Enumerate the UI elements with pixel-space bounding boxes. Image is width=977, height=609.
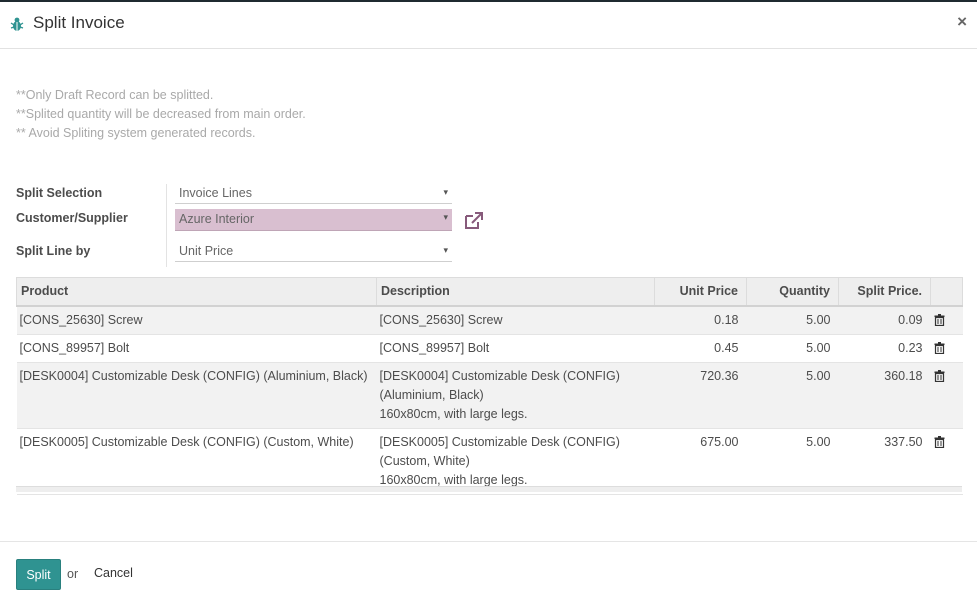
description-line: 160x80cm, with large legs. — [379, 406, 528, 421]
actions-cell — [930, 428, 963, 495]
table-row[interactable]: [DESK0004] Customizable Desk (CONFIG) (A… — [16, 362, 963, 429]
chevron-down-icon: ▾ — [443, 212, 448, 222]
note-text: ** Avoid Spliting system generated recor… — [16, 126, 256, 140]
column-header-unit-price[interactable]: Unit Price — [654, 277, 747, 307]
table-row[interactable]: [CONS_89957] Bolt [CONS_89957] Bolt 0.45… — [16, 334, 963, 363]
trash-icon[interactable] — [934, 369, 945, 382]
bug-icon — [10, 17, 24, 31]
chevron-down-icon: ▾ — [443, 245, 448, 255]
description-cell: [DESK0005] Customizable Desk (CONFIG) (C… — [376, 428, 655, 495]
unit-price-cell: 675.00 — [654, 428, 747, 495]
description-line: [CONS_25630] Screw — [379, 312, 503, 327]
description-line: (Custom, White) — [379, 453, 470, 468]
product-cell: [CONS_25630] Screw — [16, 305, 377, 335]
column-header-description[interactable]: Description — [376, 277, 655, 307]
unit-price-cell: 0.18 — [654, 305, 747, 335]
split-price-cell: 0.23 — [838, 334, 931, 363]
modal-title: Split Invoice — [33, 13, 125, 32]
column-header-quantity[interactable]: Quantity — [746, 277, 839, 307]
cancel-button[interactable]: Cancel — [94, 566, 133, 580]
actions-cell — [930, 305, 963, 335]
description-line: [DESK0005] Customizable Desk (CONFIG) — [379, 434, 620, 449]
column-header-actions — [930, 277, 963, 307]
table-row[interactable]: [DESK0005] Customizable Desk (CONFIG) (C… — [16, 428, 963, 495]
split-line-by-label: Split Line by — [16, 244, 91, 258]
customer-supplier-value: Azure Interior — [179, 212, 255, 226]
customer-supplier-select[interactable]: Azure Interior ▾ — [175, 209, 452, 231]
customer-supplier-label: Customer/Supplier — [16, 211, 128, 225]
or-text: or — [67, 567, 79, 581]
split-selection-value: Invoice Lines — [179, 186, 252, 200]
description-cell: [CONS_25630] Screw — [376, 305, 655, 335]
unit-price-cell: 0.45 — [654, 334, 747, 363]
trash-icon[interactable] — [934, 313, 945, 326]
quantity-cell: 5.00 — [746, 305, 839, 335]
note-text: **Only Draft Record can be splitted. — [16, 88, 214, 102]
notes-list: **Only Draft Record can be splitted. **S… — [16, 86, 306, 143]
description-cell: [CONS_89957] Bolt — [376, 334, 655, 363]
split-price-cell: 337.50 — [838, 428, 931, 495]
unit-price-cell: 720.36 — [654, 362, 747, 429]
quantity-cell: 5.00 — [746, 334, 839, 363]
quantity-cell: 5.00 — [746, 362, 839, 429]
trash-icon[interactable] — [934, 435, 945, 448]
description-line: [DESK0004] Customizable Desk (CONFIG) — [379, 368, 620, 383]
split-price-cell: 0.09 — [838, 305, 931, 335]
description-cell: [DESK0004] Customizable Desk (CONFIG) (A… — [376, 362, 655, 429]
column-header-split-price[interactable]: Split Price. — [838, 277, 931, 307]
split-button[interactable]: Split — [16, 559, 61, 590]
split-price-cell: 360.18 — [838, 362, 931, 429]
actions-cell — [930, 334, 963, 363]
split-line-by-value: Unit Price — [179, 244, 234, 258]
chevron-down-icon: ▾ — [443, 187, 448, 197]
actions-cell — [930, 362, 963, 429]
external-link-icon[interactable] — [463, 211, 484, 230]
invoice-lines-table: Product Description Unit Price Quantity … — [16, 277, 963, 495]
table-footer — [16, 486, 962, 492]
modal-header: Split Invoice × — [0, 2, 977, 49]
modal-footer: Split or Cancel — [0, 541, 977, 609]
note-text: **Splited quantity will be decreased fro… — [16, 107, 306, 121]
product-cell: [DESK0005] Customizable Desk (CONFIG) (C… — [16, 428, 377, 495]
trash-icon[interactable] — [934, 341, 945, 354]
split-line-by-select[interactable]: Unit Price ▾ — [175, 242, 452, 262]
split-selection-label: Split Selection — [16, 186, 103, 200]
product-cell: [CONS_89957] Bolt — [16, 334, 377, 363]
quantity-cell: 5.00 — [746, 428, 839, 495]
table-row[interactable]: [CONS_25630] Screw [CONS_25630] Screw 0.… — [16, 305, 963, 335]
table-header-row: Product Description Unit Price Quantity … — [16, 277, 963, 307]
close-button[interactable]: × — [957, 12, 967, 32]
description-line: [CONS_89957] Bolt — [379, 340, 490, 355]
split-selection-select[interactable]: Invoice Lines ▾ — [175, 184, 452, 204]
column-header-product[interactable]: Product — [16, 277, 377, 307]
product-cell: [DESK0004] Customizable Desk (CONFIG) (A… — [16, 362, 377, 429]
form-divider — [166, 184, 167, 267]
description-line: (Aluminium, Black) — [379, 387, 484, 402]
